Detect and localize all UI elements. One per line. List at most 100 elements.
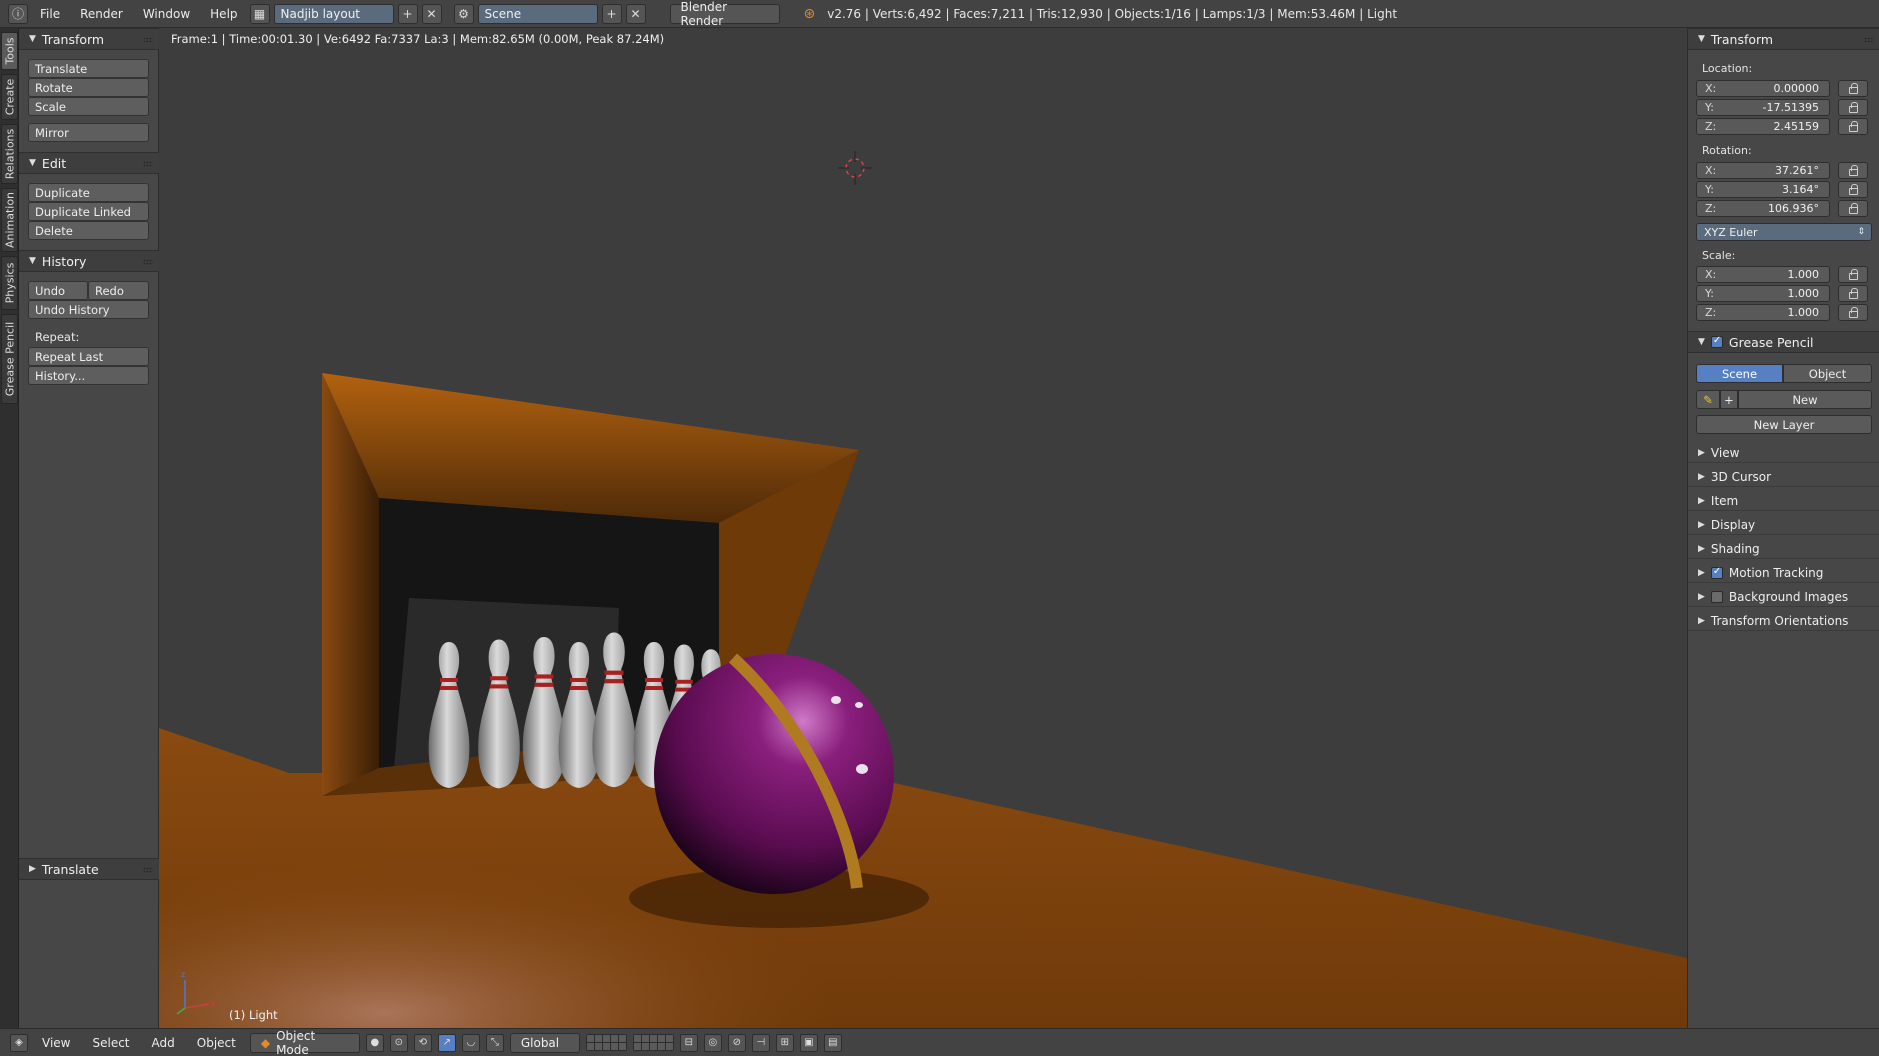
rotation-z-field[interactable]: Z: 106.936° [1696,200,1830,217]
transform-panel-header[interactable]: ▼ Transform [19,28,159,50]
tab-tools[interactable]: Tools [1,32,18,70]
opengl-render-icon[interactable]: ▣ [799,1033,818,1052]
tab-relations[interactable]: Relations [1,124,18,184]
menu-render[interactable]: Render [72,7,131,21]
transform-orientations-panel-header[interactable]: ▶ Transform Orientations [1688,611,1879,631]
menu-view[interactable]: View [34,1036,78,1050]
add-scene-button[interactable]: + [601,3,622,24]
manipulator-toggle-icon[interactable]: ⟲ [413,1033,432,1052]
rotation-y-field[interactable]: Y: 3.164° [1696,181,1830,198]
rotation-mode-select[interactable]: XYZ Euler ⇕ [1696,223,1872,241]
rotation-x-field[interactable]: X: 37.261° [1696,162,1830,179]
history-panel-header[interactable]: ▼ History [19,250,159,272]
3d-cursor-icon[interactable] [835,148,875,188]
lock-scale-y-icon[interactable] [1838,285,1868,302]
render-engine-select[interactable]: Blender Render [669,0,780,28]
menu-window[interactable]: Window [135,7,198,21]
scale-z-field[interactable]: Z: 1.000 [1696,304,1830,321]
editor-type-info-icon[interactable]: ⓘ [8,3,28,24]
duplicate-linked-button[interactable]: Duplicate Linked [28,202,149,221]
3d-viewport[interactable]: z x Frame:1 | Time:00:01.30 | Ve:6492 Fa… [159,28,1687,1028]
scale-y-field[interactable]: Y: 1.000 [1696,285,1830,302]
background-images-panel-header[interactable]: ▶ Background Images [1688,587,1879,607]
view-panel-header[interactable]: ▶ View [1688,443,1879,463]
translate-manipulator-icon[interactable]: ↗ [437,1033,456,1052]
editor-type-3d-view-icon[interactable]: ◈ [10,1033,28,1052]
grease-scene-tab[interactable]: Scene [1696,364,1783,383]
shading-panel-header[interactable]: ▶ Shading [1688,539,1879,559]
motion-tracking-panel-header[interactable]: ▶Motion Tracking [1688,563,1879,583]
rotate-manipulator-icon[interactable]: ◡ [461,1033,480,1052]
scene-layers-icon[interactable] [585,1034,627,1051]
location-y-field[interactable]: Y: -17.51395 [1696,99,1830,116]
viewport-shading-icon[interactable]: ● [365,1033,384,1052]
last-operator-panel-header[interactable]: ▶ Translate [19,858,159,880]
add-layout-button[interactable]: + [397,3,418,24]
add-plus-icon[interactable]: + [1720,390,1738,409]
transform-props-header[interactable]: ▼ Transform [1688,28,1879,50]
undo-button[interactable]: Undo [28,281,88,300]
drag-grip-icon[interactable] [143,161,153,167]
new-grease-data-button[interactable]: New [1738,390,1872,409]
menu-help[interactable]: Help [202,7,245,21]
duplicate-button[interactable]: Duplicate [28,183,149,202]
grease-pencil-checkbox[interactable] [1710,335,1723,348]
drag-grip-icon[interactable] [143,37,153,43]
menu-file[interactable]: File [32,7,68,21]
undo-history-button[interactable]: Undo History [28,300,149,319]
background-images-checkbox[interactable] [1710,590,1723,603]
lock-scale-x-icon[interactable] [1838,266,1868,283]
scale-x-field[interactable]: X: 1.000 [1696,266,1830,283]
lock-camera-layers-icon[interactable]: ⊟ [679,1033,698,1052]
location-z-field[interactable]: Z: 2.45159 [1696,118,1830,135]
scene-field[interactable]: Scene [477,3,598,24]
history-button[interactable]: History... [28,366,149,385]
motion-tracking-checkbox[interactable] [1710,566,1723,579]
remove-layout-button[interactable]: ✕ [421,3,442,24]
lock-rotation-y-icon[interactable] [1838,181,1868,198]
remove-scene-button[interactable]: ✕ [625,3,646,24]
tab-animation[interactable]: Animation [1,188,18,252]
drag-grip-icon[interactable] [143,259,153,265]
grease-object-tab[interactable]: Object [1783,364,1872,383]
new-layer-button[interactable]: New Layer [1696,415,1872,434]
tab-physics[interactable]: Physics [1,256,18,310]
lock-rotation-z-icon[interactable] [1838,200,1868,217]
screen-layout-icon[interactable]: ▦ [249,3,270,24]
scale-button[interactable]: Scale [28,97,149,116]
lock-scale-z-icon[interactable] [1838,304,1868,321]
lock-location-x-icon[interactable] [1838,80,1868,97]
grease-pencil-header[interactable]: ▼ Grease Pencil [1688,331,1879,353]
snap-target-icon[interactable]: ⊞ [775,1033,794,1052]
transform-orientation-select[interactable]: Global [509,1032,580,1053]
display-panel-header[interactable]: ▶ Display [1688,515,1879,535]
snap-toggle-icon[interactable]: ⊘ [727,1033,746,1052]
lock-rotation-x-icon[interactable] [1838,162,1868,179]
drag-grip-icon[interactable] [1864,37,1874,43]
drag-grip-icon[interactable] [143,867,153,873]
interaction-mode-select[interactable]: ◆ Object Mode [249,1029,360,1056]
repeat-last-button[interactable]: Repeat Last [28,347,149,366]
menu-select[interactable]: Select [84,1036,137,1050]
pencil-icon[interactable]: ✎ [1696,390,1720,409]
scale-manipulator-icon[interactable]: ⤡ [485,1033,504,1052]
lock-location-z-icon[interactable] [1838,118,1868,135]
tab-create[interactable]: Create [1,74,18,120]
3d-cursor-panel-header[interactable]: ▶ 3D Cursor [1688,467,1879,487]
rotate-button[interactable]: Rotate [28,78,149,97]
scene-layers-icon[interactable] [632,1034,674,1051]
snap-element-icon[interactable]: ⊣ [751,1033,770,1052]
bowling-ball[interactable] [159,28,1687,1028]
item-panel-header[interactable]: ▶ Item [1688,491,1879,511]
opengl-animation-icon[interactable]: ▤ [823,1033,842,1052]
menu-object[interactable]: Object [189,1036,244,1050]
tab-grease-pencil[interactable]: Grease Pencil [1,314,18,404]
proportional-editing-icon[interactable]: ◎ [703,1033,722,1052]
edit-panel-header[interactable]: ▼ Edit [19,152,159,174]
mirror-button[interactable]: Mirror [28,123,149,142]
lock-location-y-icon[interactable] [1838,99,1868,116]
screen-layout-field[interactable]: Nadjib layout [273,3,394,24]
translate-button[interactable]: Translate [28,59,149,78]
location-x-field[interactable]: X: 0.00000 [1696,80,1830,97]
pivot-point-icon[interactable]: ⊙ [389,1033,408,1052]
